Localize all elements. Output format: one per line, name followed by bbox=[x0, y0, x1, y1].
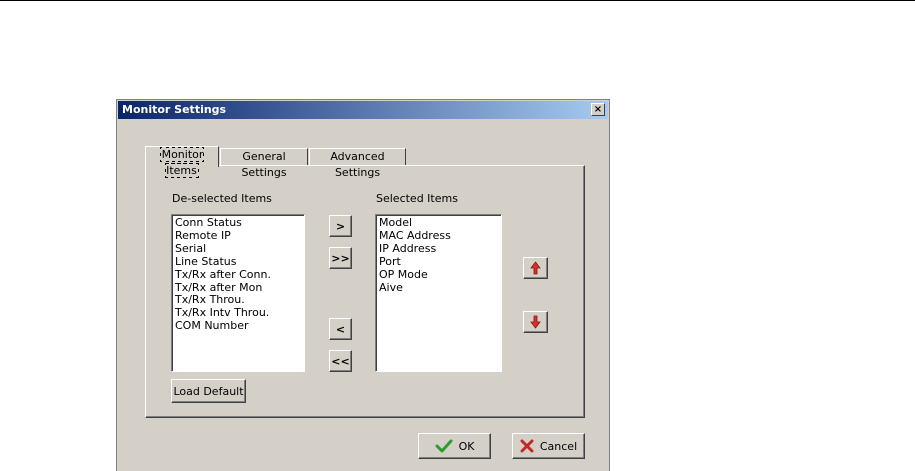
list-item[interactable]: Serial bbox=[175, 242, 301, 256]
deselected-items-label: De-selected Items bbox=[172, 192, 272, 205]
close-icon: × bbox=[593, 104, 603, 115]
list-item[interactable]: IP Address bbox=[379, 242, 498, 256]
top-rule bbox=[0, 0, 915, 1]
dialog-title: Monitor Settings bbox=[122, 103, 227, 116]
deselected-items-list[interactable]: Conn Status Remote IP Serial Line Status… bbox=[171, 214, 305, 372]
add-button[interactable]: > bbox=[329, 215, 352, 237]
move-up-button[interactable] bbox=[523, 257, 548, 279]
list-item[interactable]: Aive bbox=[379, 281, 498, 295]
list-item[interactable]: Model bbox=[379, 216, 498, 230]
cancel-label: Cancel bbox=[539, 439, 578, 453]
tab-monitor-items-label: Monitor Items bbox=[159, 147, 205, 178]
monitor-items-panel: De-selected Items Selected Items Conn St… bbox=[145, 165, 585, 418]
arrow-up-icon bbox=[530, 261, 541, 275]
list-item[interactable]: Remote IP bbox=[175, 229, 301, 243]
list-item[interactable]: Port bbox=[379, 255, 498, 269]
list-item[interactable]: Line Status bbox=[175, 255, 301, 269]
list-item[interactable]: OP Mode bbox=[379, 268, 498, 282]
remove-button[interactable]: < bbox=[329, 318, 352, 340]
ok-label: OK bbox=[458, 439, 475, 453]
close-button[interactable]: × bbox=[591, 103, 605, 116]
tab-monitor-items[interactable]: Monitor Items bbox=[145, 146, 219, 178]
move-down-button[interactable] bbox=[523, 311, 548, 333]
add-label: > bbox=[335, 219, 346, 233]
ok-button[interactable]: OK bbox=[418, 433, 491, 459]
load-default-button[interactable]: Load Default bbox=[171, 379, 246, 403]
list-item[interactable]: Conn Status bbox=[175, 216, 301, 230]
remove-all-label: << bbox=[331, 354, 350, 368]
add-all-label: >> bbox=[331, 251, 350, 265]
cancel-button[interactable]: Cancel bbox=[512, 433, 585, 459]
checkmark-icon bbox=[435, 439, 453, 453]
list-item[interactable]: COM Number bbox=[175, 319, 301, 333]
list-item[interactable]: Tx/Rx after Conn. bbox=[175, 268, 301, 282]
remove-all-button[interactable]: << bbox=[329, 350, 352, 372]
monitor-settings-dialog: Monitor Settings × Monitor Items General… bbox=[116, 99, 610, 471]
selected-items-list[interactable]: Model MAC Address IP Address Port OP Mod… bbox=[375, 214, 502, 372]
load-default-label: Load Default bbox=[173, 384, 244, 398]
add-all-button[interactable]: >> bbox=[329, 247, 352, 269]
title-bar[interactable]: Monitor Settings × bbox=[118, 101, 608, 119]
selected-items-label: Selected Items bbox=[376, 192, 458, 205]
arrow-down-icon bbox=[530, 315, 541, 329]
tab-advanced-settings[interactable]: Advanced Settings bbox=[309, 148, 406, 179]
list-item[interactable]: MAC Address bbox=[379, 229, 498, 243]
x-icon bbox=[520, 439, 534, 453]
remove-label: < bbox=[335, 322, 346, 336]
tab-general-settings[interactable]: General Settings bbox=[220, 148, 308, 179]
